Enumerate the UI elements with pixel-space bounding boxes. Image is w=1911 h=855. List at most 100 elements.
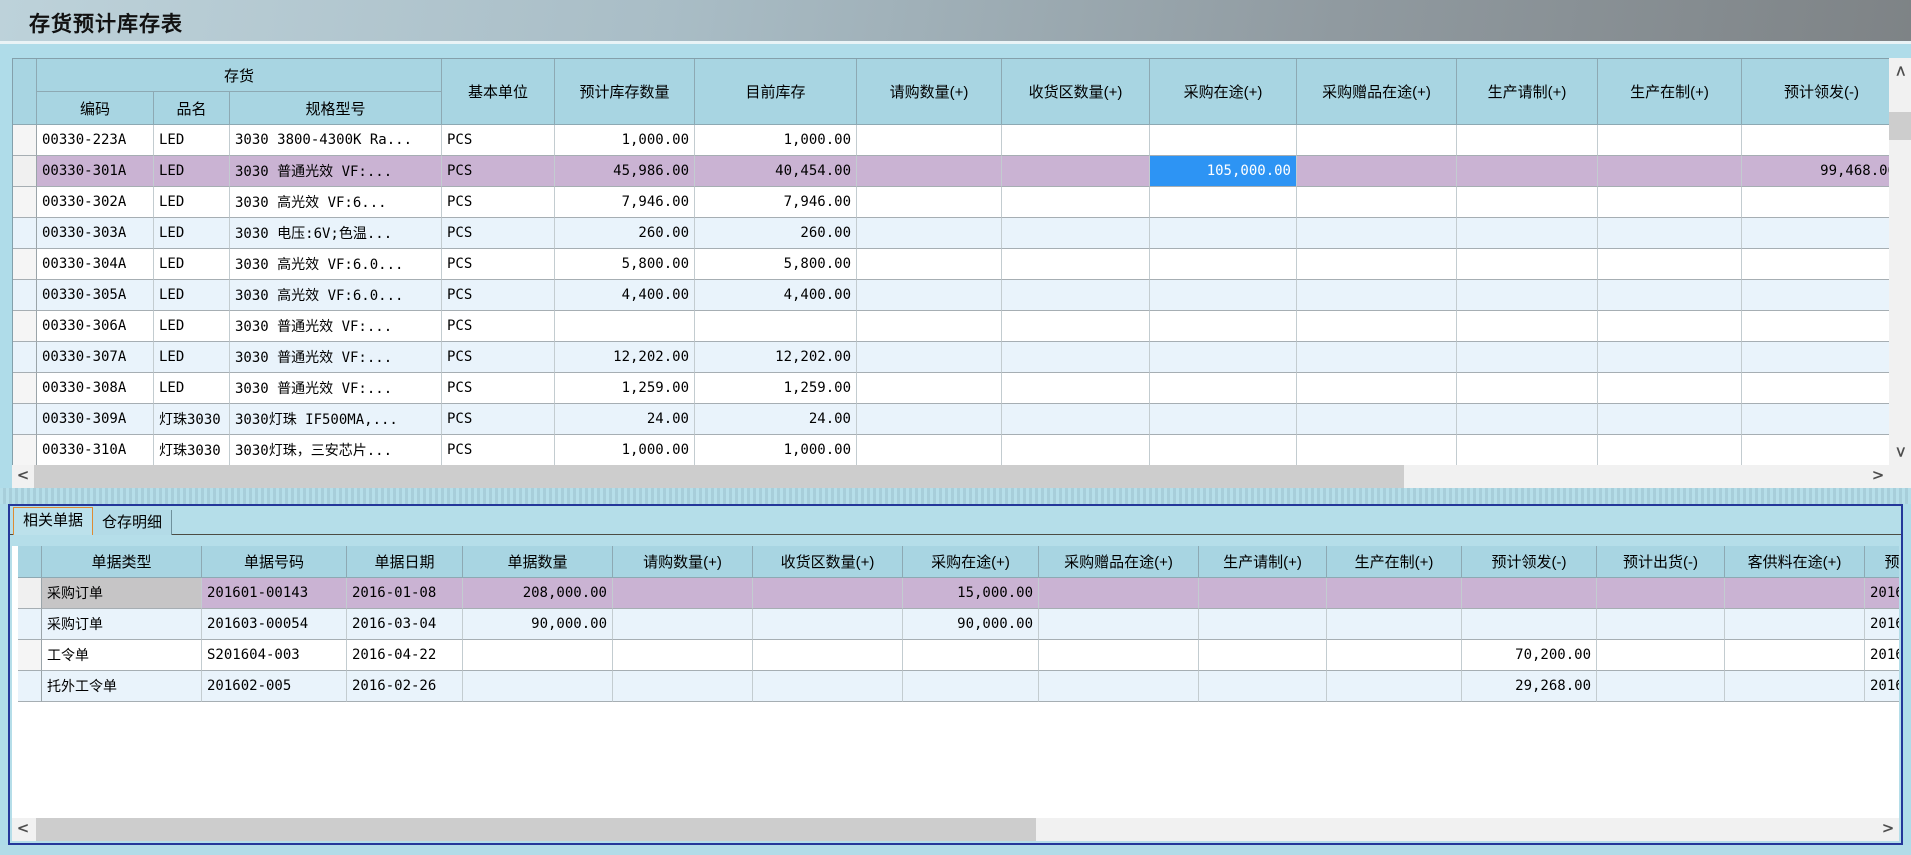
cell[interactable]	[1002, 435, 1150, 466]
cell[interactable]: 00330-303A	[37, 218, 154, 249]
cell[interactable]	[857, 311, 1002, 342]
cell[interactable]	[1039, 640, 1199, 671]
column-header[interactable]: 采购赠品在途(+)	[1039, 546, 1199, 578]
cell[interactable]	[463, 671, 613, 702]
cell[interactable]	[1598, 404, 1742, 435]
cell[interactable]	[1199, 578, 1327, 609]
cell[interactable]	[1457, 156, 1598, 187]
cell[interactable]	[1297, 342, 1457, 373]
cell[interactable]: 3030 高光效 VF:6.0...	[230, 249, 442, 280]
column-header[interactable]: 客供料在途(+)	[1725, 546, 1865, 578]
column-header[interactable]: 单据数量	[463, 546, 613, 578]
column-header[interactable]: 生产在制(+)	[1327, 546, 1462, 578]
cell[interactable]	[1297, 435, 1457, 466]
cell[interactable]: 采购订单	[42, 578, 202, 609]
cell[interactable]	[1742, 280, 1890, 311]
cell[interactable]: 00330-223A	[37, 125, 154, 156]
cell[interactable]: 00330-304A	[37, 249, 154, 280]
cell[interactable]: 3030 普通光效 VF:...	[230, 311, 442, 342]
cell[interactable]	[753, 671, 903, 702]
cell[interactable]	[1150, 311, 1297, 342]
cell[interactable]	[1297, 249, 1457, 280]
cell[interactable]	[1002, 373, 1150, 404]
cell[interactable]: 105,000.00	[1150, 156, 1297, 187]
cell[interactable]: 3030灯珠，三安芯片...	[230, 435, 442, 466]
cell[interactable]: 29,268.00	[1462, 671, 1597, 702]
cell[interactable]	[1199, 609, 1327, 640]
cell[interactable]	[1327, 609, 1462, 640]
cell[interactable]: 采购订单	[42, 609, 202, 640]
cell[interactable]: 40,454.00	[695, 156, 857, 187]
cell[interactable]: 12,202.00	[695, 342, 857, 373]
cell[interactable]: 灯珠3030	[154, 435, 230, 466]
row-selector[interactable]	[13, 435, 37, 466]
row-selector[interactable]	[13, 404, 37, 435]
cell[interactable]: 90,000.00	[903, 609, 1039, 640]
cell[interactable]: LED	[154, 125, 230, 156]
cell[interactable]: 2016-0	[1865, 671, 1899, 702]
cell[interactable]	[1597, 640, 1725, 671]
cell[interactable]	[753, 578, 903, 609]
cell[interactable]	[695, 311, 857, 342]
column-header[interactable]: 基本单位	[442, 59, 555, 125]
cell[interactable]	[1297, 373, 1457, 404]
row-selector[interactable]	[13, 311, 37, 342]
cell[interactable]	[857, 249, 1002, 280]
cell[interactable]	[1598, 187, 1742, 218]
column-group-header[interactable]: 存货	[37, 59, 442, 92]
cell[interactable]	[1598, 125, 1742, 156]
cell[interactable]: LED	[154, 373, 230, 404]
cell[interactable]: PCS	[442, 342, 555, 373]
cell[interactable]	[1457, 218, 1598, 249]
cell[interactable]: 260.00	[695, 218, 857, 249]
cell[interactable]: LED	[154, 311, 230, 342]
cell[interactable]: 3030 高光效 VF:6...	[230, 187, 442, 218]
column-header[interactable]: 生产请制(+)	[1199, 546, 1327, 578]
cell[interactable]	[1598, 311, 1742, 342]
cell[interactable]: 00330-309A	[37, 404, 154, 435]
cell[interactable]	[1002, 218, 1150, 249]
cell[interactable]: 201602-005	[202, 671, 347, 702]
cell[interactable]	[1150, 373, 1297, 404]
cell[interactable]: 1,259.00	[695, 373, 857, 404]
cell[interactable]: PCS	[442, 125, 555, 156]
cell[interactable]	[1002, 156, 1150, 187]
cell[interactable]	[1150, 218, 1297, 249]
cell[interactable]: 1,259.00	[555, 373, 695, 404]
cell[interactable]: LED	[154, 187, 230, 218]
cell[interactable]	[1150, 187, 1297, 218]
cell[interactable]: PCS	[442, 373, 555, 404]
cell[interactable]: 4,400.00	[695, 280, 857, 311]
cell[interactable]	[1598, 156, 1742, 187]
scrollbar-thumb[interactable]	[34, 465, 1404, 488]
row-selector[interactable]	[18, 671, 42, 702]
cell[interactable]	[1150, 125, 1297, 156]
cell[interactable]: LED	[154, 249, 230, 280]
cell[interactable]	[1598, 280, 1742, 311]
cell[interactable]	[1725, 640, 1865, 671]
cell[interactable]	[1457, 125, 1598, 156]
cell[interactable]	[857, 280, 1002, 311]
cell[interactable]: PCS	[442, 311, 555, 342]
cell[interactable]: 2016-03-04	[347, 609, 463, 640]
row-selector-header[interactable]	[13, 59, 37, 125]
row-selector[interactable]	[13, 187, 37, 218]
cell[interactable]	[1039, 578, 1199, 609]
cell[interactable]	[1002, 187, 1150, 218]
row-selector[interactable]	[18, 609, 42, 640]
cell[interactable]	[857, 373, 1002, 404]
cell[interactable]: 3030 3800-4300K Ra...	[230, 125, 442, 156]
cell[interactable]: LED	[154, 342, 230, 373]
column-header[interactable]: 品名	[154, 92, 230, 125]
column-header[interactable]: 生产在制(+)	[1598, 59, 1742, 125]
cell[interactable]	[1598, 249, 1742, 280]
cell[interactable]	[1002, 280, 1150, 311]
cell[interactable]: 24.00	[695, 404, 857, 435]
cell[interactable]	[1742, 125, 1890, 156]
cell[interactable]: 260.00	[555, 218, 695, 249]
cell[interactable]	[613, 640, 753, 671]
row-selector[interactable]	[13, 280, 37, 311]
cell[interactable]	[857, 435, 1002, 466]
cell[interactable]	[857, 404, 1002, 435]
cell[interactable]	[1002, 125, 1150, 156]
